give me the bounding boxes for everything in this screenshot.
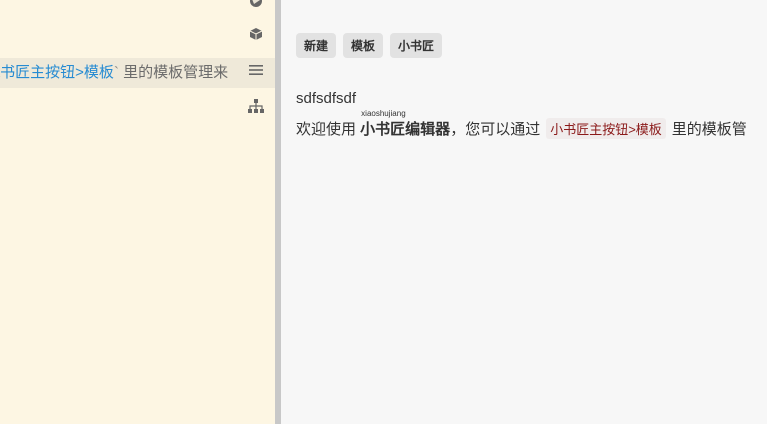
- preview-pane: 新建 模板 小书匠 sdfsdfsdf 欢迎使用 小书匠编辑器 xiaoshuj…: [281, 0, 767, 424]
- cube-icon[interactable]: [246, 24, 266, 44]
- markdown-editor[interactable]: \书匠主按钮>模板` 里的模板管理来: [0, 0, 275, 424]
- inline-code: 小书匠主按钮>模板: [546, 118, 666, 139]
- p2-after: 里的模板管: [671, 121, 747, 138]
- code-link-text: 书匠主按钮>模板: [0, 64, 114, 81]
- p2-middle: ，您可以通过: [450, 121, 541, 138]
- sitemap-icon[interactable]: [246, 96, 266, 116]
- tag-list: 新建 模板 小书匠: [296, 33, 443, 58]
- tag-template[interactable]: 模板: [343, 33, 384, 58]
- list-icon[interactable]: [246, 60, 266, 80]
- code-rest-text: 里的模板管理来: [118, 64, 229, 81]
- ruby-base: 小书匠编辑器: [360, 121, 451, 138]
- preview-paragraph-1: sdfsdfsdf: [296, 90, 357, 107]
- globe-icon[interactable]: [246, 0, 266, 11]
- ruby-annotation: xiaoshujiang: [361, 109, 406, 118]
- tag-xiaoshujiang[interactable]: 小书匠: [390, 33, 443, 58]
- ruby-text: 小书匠编辑器 xiaoshujiang: [360, 109, 451, 139]
- preview-paragraph-2: 欢迎使用 小书匠编辑器 xiaoshujiang ，您可以通过 小书匠主按钮>模…: [296, 109, 747, 139]
- editor-code-line[interactable]: \书匠主按钮>模板` 里的模板管理来: [0, 63, 228, 83]
- p2-before: 欢迎使用: [296, 121, 361, 138]
- tag-new[interactable]: 新建: [296, 33, 337, 58]
